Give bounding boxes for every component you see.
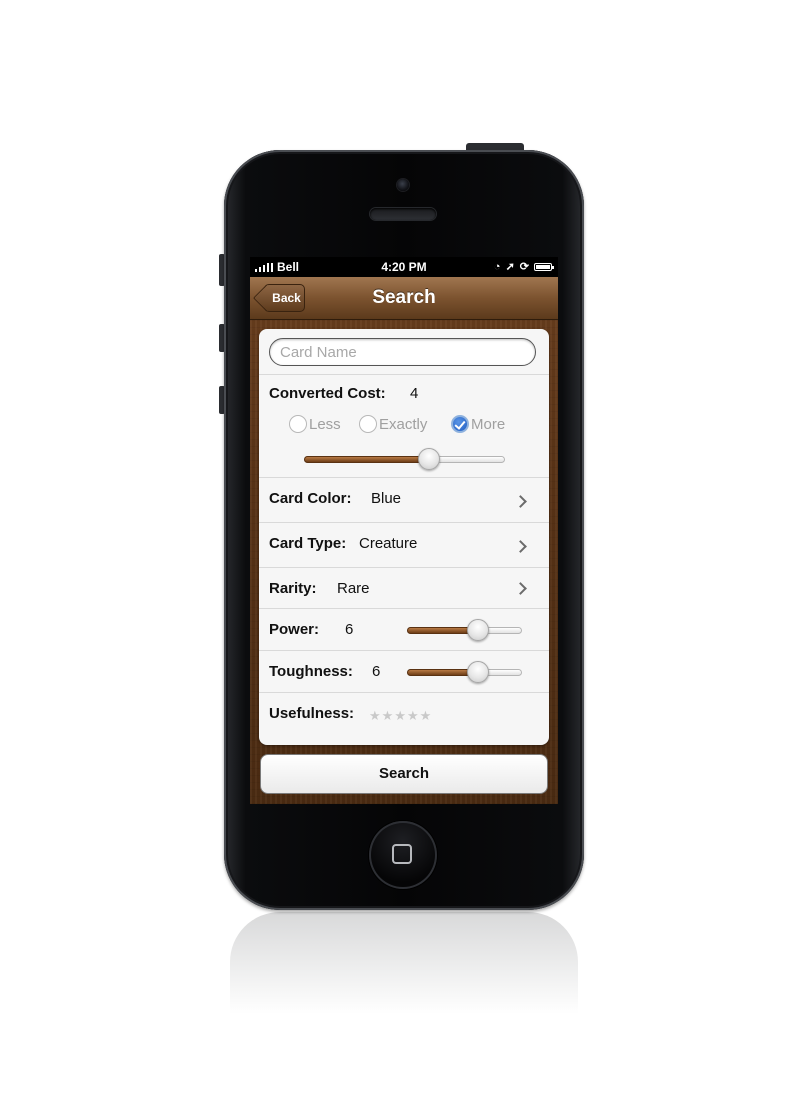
star-icon[interactable]: ★ <box>394 708 406 724</box>
radio-exactly-circle <box>359 415 377 433</box>
radio-less[interactable]: Less <box>289 413 341 435</box>
power-row: Power: 6 <box>259 609 549 651</box>
rarity-row[interactable]: Rarity: Rare <box>259 568 549 609</box>
navigation-bar: Back Search <box>250 277 558 320</box>
card-name-row <box>259 329 549 375</box>
card-name-input[interactable] <box>269 338 536 366</box>
radio-less-circle <box>289 415 307 433</box>
location-arrow-icon: ➚ <box>505 261 515 273</box>
toughness-label: Toughness: <box>269 663 353 680</box>
converted-cost-label: Converted Cost: <box>269 385 386 402</box>
status-bar: Bell 4:20 PM ◔ ➚ ⟳ <box>250 257 558 277</box>
star-icon[interactable]: ★ <box>369 708 381 724</box>
rotation-lock-icon: ⟳ <box>519 261 529 273</box>
card-type-label: Card Type: <box>269 535 347 552</box>
usefulness-row: Usefulness: ★ ★ ★ ★ ★ <box>259 693 549 745</box>
card-type-row[interactable]: Card Type: Creature <box>259 523 549 568</box>
chevron-right-icon <box>514 495 527 508</box>
app-screen: Bell 4:20 PM ◔ ➚ ⟳ Back Search Converted… <box>250 257 558 804</box>
usefulness-rating[interactable]: ★ ★ ★ ★ ★ <box>369 708 431 724</box>
star-icon[interactable]: ★ <box>420 708 432 724</box>
radio-more[interactable]: More <box>451 413 505 435</box>
phone-reflection <box>230 912 578 1032</box>
rarity-value: Rare <box>337 580 370 597</box>
slider-fill <box>304 456 429 463</box>
page-title: Search <box>372 287 436 308</box>
earpiece-speaker <box>370 208 436 220</box>
card-color-label: Card Color: <box>269 490 352 507</box>
alarm-icon: ◔ <box>493 261 501 273</box>
home-button[interactable] <box>369 821 437 889</box>
star-icon[interactable]: ★ <box>382 708 394 724</box>
radio-less-label: Less <box>309 415 341 433</box>
power-value: 6 <box>345 621 354 638</box>
slider-thumb[interactable] <box>467 619 490 641</box>
card-type-value: Creature <box>359 535 418 552</box>
toughness-slider[interactable] <box>407 661 522 683</box>
power-slider[interactable] <box>407 619 522 641</box>
chevron-right-icon <box>514 582 527 595</box>
chevron-right-icon <box>514 540 527 553</box>
radio-exactly[interactable]: Exactly <box>359 413 427 435</box>
front-camera <box>397 179 409 191</box>
radio-exactly-label: Exactly <box>379 415 428 433</box>
usefulness-label: Usefulness: <box>269 705 355 722</box>
home-square-icon <box>392 844 412 864</box>
star-icon[interactable]: ★ <box>407 708 419 724</box>
power-label: Power: <box>269 621 320 638</box>
converted-cost-row: Converted Cost: 4 Less Exactly More <box>259 375 549 478</box>
radio-more-checked-icon <box>451 415 469 433</box>
search-form: Converted Cost: 4 Less Exactly More Card <box>259 329 549 745</box>
search-button[interactable]: Search <box>260 754 548 794</box>
toughness-value: 6 <box>372 663 381 680</box>
card-color-row[interactable]: Card Color: Blue <box>259 478 549 523</box>
toughness-row: Toughness: 6 <box>259 651 549 693</box>
slider-thumb[interactable] <box>417 448 440 470</box>
slider-thumb[interactable] <box>467 661 490 683</box>
converted-cost-slider[interactable] <box>304 448 505 470</box>
card-color-value: Blue <box>371 490 402 507</box>
battery-icon <box>534 263 554 271</box>
rarity-label: Rarity: <box>269 580 317 597</box>
radio-more-label: More <box>471 415 506 433</box>
converted-cost-value: 4 <box>410 385 419 402</box>
